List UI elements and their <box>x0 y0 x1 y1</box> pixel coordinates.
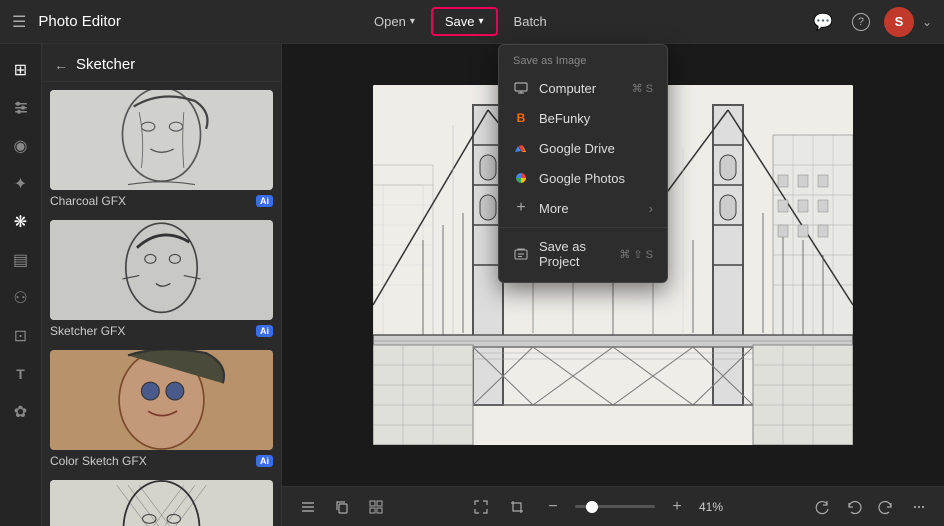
dropdown-item-gphotos[interactable]: Google Photos <box>499 163 667 193</box>
more-icon: + <box>513 200 529 216</box>
dropdown-overlay[interactable]: Save as Image Computer ⌘ S B BeFunky <box>0 0 944 526</box>
project-icon <box>513 246 529 262</box>
gdrive-label: Google Drive <box>539 141 653 156</box>
dropdown-section-label: Save as Image <box>499 51 667 73</box>
befunky-icon: B <box>513 110 529 126</box>
befunky-label: BeFunky <box>539 111 653 126</box>
computer-icon <box>513 80 529 96</box>
more-arrow-icon: › <box>649 201 653 216</box>
more-label: More <box>539 201 639 216</box>
save-project-label: Save as Project <box>539 239 609 269</box>
gdrive-icon <box>513 140 529 156</box>
dropdown-item-computer[interactable]: Computer ⌘ S <box>499 73 667 103</box>
computer-label: Computer <box>539 81 622 96</box>
dropdown-item-befunky[interactable]: B BeFunky <box>499 103 667 133</box>
dropdown-item-more[interactable]: + More › <box>499 193 667 223</box>
save-dropdown: Save as Image Computer ⌘ S B BeFunky <box>498 44 668 283</box>
dropdown-item-save-project[interactable]: Save as Project ⌘ ⇧ S <box>499 232 667 276</box>
gphotos-icon <box>513 170 529 186</box>
computer-shortcut: ⌘ S <box>632 82 653 95</box>
gphotos-label: Google Photos <box>539 171 653 186</box>
dropdown-item-gdrive[interactable]: Google Drive <box>499 133 667 163</box>
save-project-shortcut: ⌘ ⇧ S <box>619 248 653 261</box>
dropdown-divider <box>499 227 667 228</box>
